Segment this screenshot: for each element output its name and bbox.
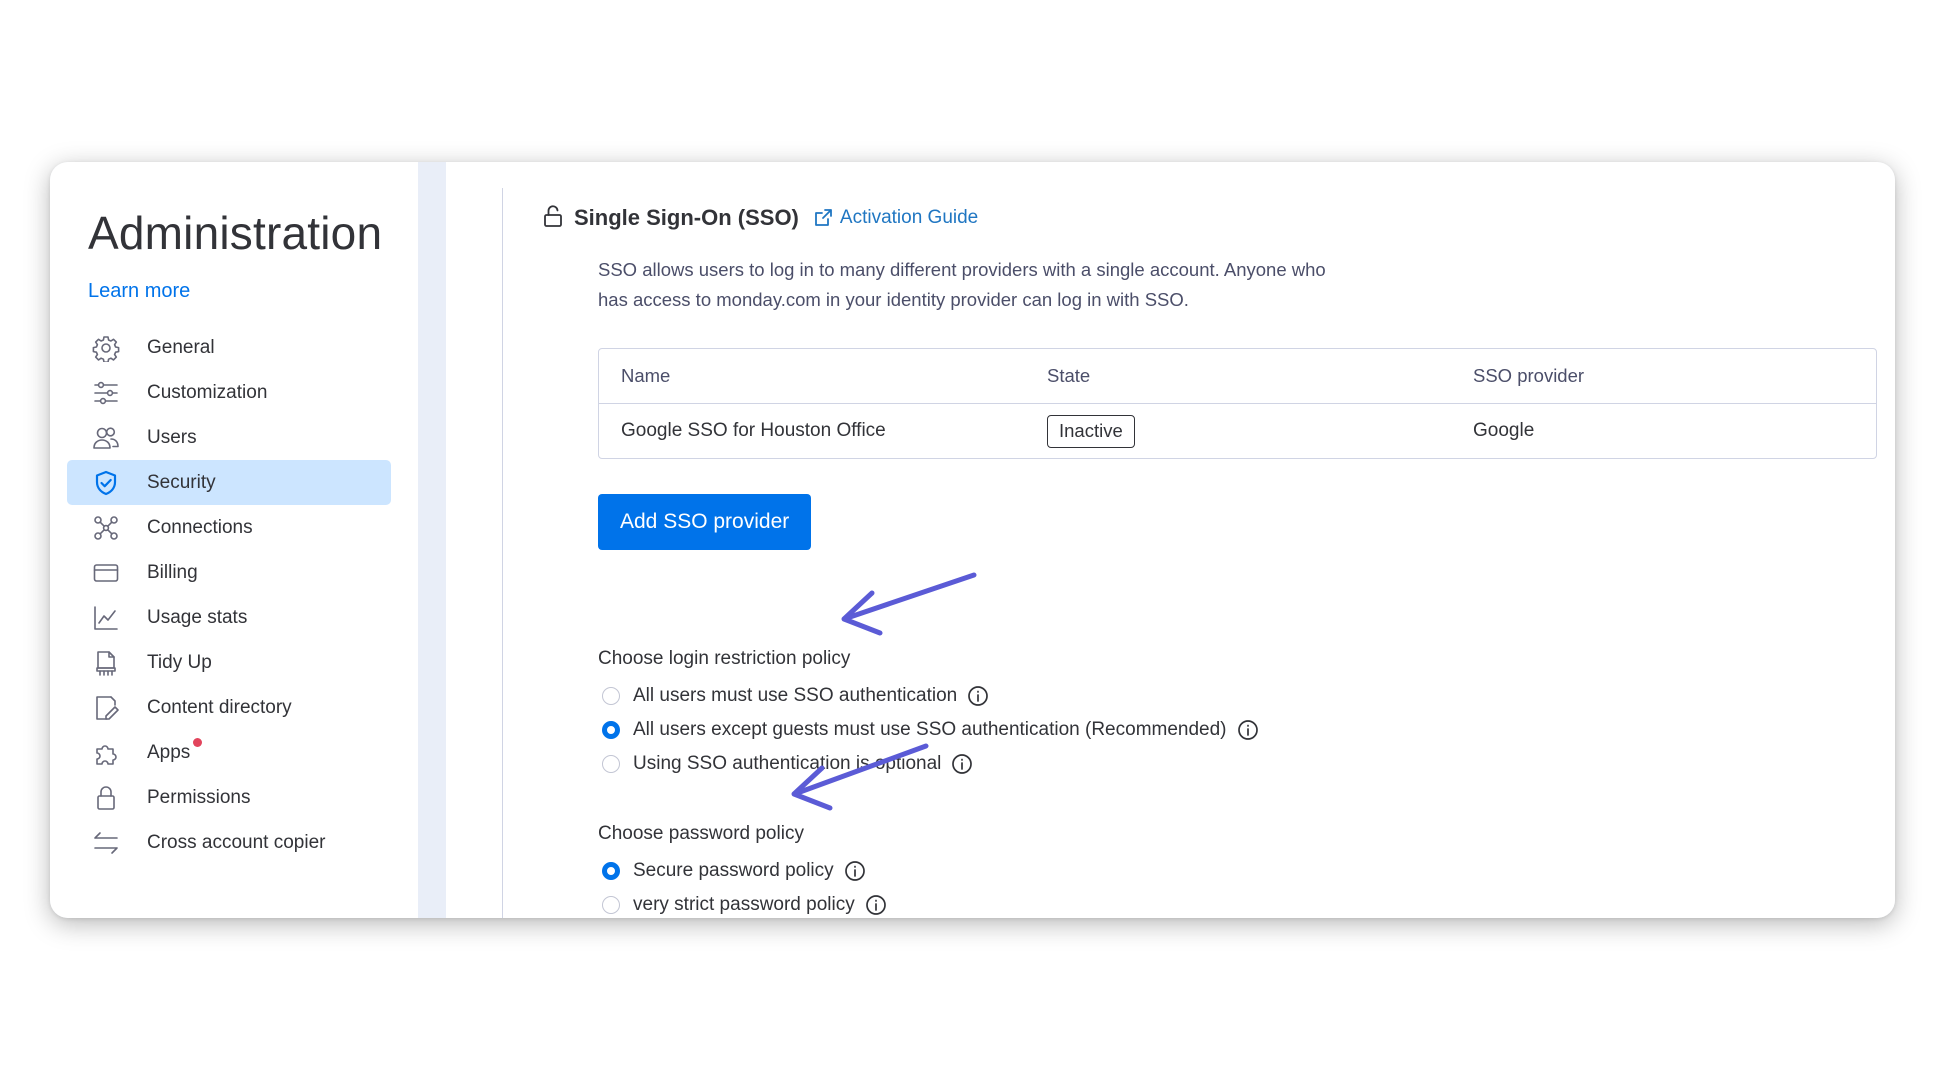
chevron-up-icon[interactable] [1892, 208, 1895, 228]
table-header-row: Name State SSO provider [599, 349, 1876, 404]
sso-providers-table: Name State SSO provider Google SSO for H… [598, 348, 1877, 459]
sidebar-item-label: Billing [147, 561, 198, 583]
sidebar-item-label: Security [147, 471, 216, 493]
sidebar-item-apps[interactable]: Apps [67, 730, 391, 775]
column-header-state: State [1025, 349, 1451, 404]
sidebar-item-label: Cross account copier [147, 831, 326, 853]
sliders-icon [91, 378, 121, 408]
connections-icon [91, 513, 121, 543]
radio-label: Using SSO authentication is optional [633, 753, 942, 774]
column-header-sso-provider: SSO provider [1451, 349, 1876, 404]
sso-description: SSO allows users to log in to many diffe… [598, 259, 1326, 310]
table-row[interactable]: Google SSO for Houston Office Inactive G… [599, 404, 1876, 458]
sidebar-item-label: Content directory [147, 696, 292, 718]
sidebar-nav: General Customization Users Security Con… [67, 325, 391, 865]
arrows-swap-icon [91, 828, 121, 858]
content-directory-icon [91, 693, 121, 723]
sidebar-item-label: General [147, 336, 215, 358]
sidebar-item-users[interactable]: Users [67, 415, 391, 460]
sidebar-item-tidy-up[interactable]: Tidy Up [67, 640, 391, 685]
sidebar-item-label: Customization [147, 381, 268, 403]
sidebar-item-security[interactable]: Security [67, 460, 391, 505]
password-policy-heading: Choose password policy [598, 823, 804, 844]
sidebar: Administration Learn more General Custom… [50, 162, 418, 918]
login-policy-option-sso-required[interactable]: All users must use SSO authentication [598, 679, 1259, 713]
lock-icon [91, 783, 121, 813]
login-policy-heading: Choose login restriction policy [598, 648, 851, 669]
radio-button[interactable] [602, 862, 620, 880]
radio-label: All users except guests must use SSO aut… [633, 719, 1227, 740]
radio-label: Secure password policy [633, 860, 834, 881]
password-policy-option-very-strict[interactable]: very strict password policy [598, 888, 887, 918]
sidebar-item-permissions[interactable]: Permissions [67, 775, 391, 820]
section-divider [502, 188, 503, 918]
info-icon[interactable] [844, 860, 866, 882]
sso-state-cell: Inactive [1025, 404, 1451, 458]
sidebar-item-content-directory[interactable]: Content directory [67, 685, 391, 730]
radio-button[interactable] [602, 896, 620, 914]
info-icon[interactable] [951, 753, 973, 775]
shield-icon [91, 468, 121, 498]
sidebar-item-usage-stats[interactable]: Usage stats [67, 595, 391, 640]
puzzle-icon [91, 738, 121, 768]
external-link-icon [814, 209, 832, 226]
gear-icon [91, 333, 121, 363]
credit-card-icon [91, 558, 121, 588]
unlock-icon [542, 204, 564, 233]
sidebar-item-customization[interactable]: Customization [67, 370, 391, 415]
sso-name-cell: Google SSO for Houston Office [621, 420, 886, 441]
admin-window: Administration Learn more General Custom… [50, 162, 1895, 918]
sidebar-item-cross-account-copier[interactable]: Cross account copier [67, 820, 391, 865]
add-sso-provider-button[interactable]: Add SSO provider [598, 494, 812, 550]
learn-more-link[interactable]: Learn more [88, 280, 190, 303]
sidebar-item-label: Users [147, 426, 197, 448]
login-policy-option-except-guests[interactable]: All users except guests must use SSO aut… [598, 713, 1259, 747]
login-policy-option-optional[interactable]: Using SSO authentication is optional [598, 747, 1259, 781]
sidebar-item-label: Permissions [147, 786, 251, 808]
sidebar-item-label: Usage stats [147, 606, 248, 628]
info-icon[interactable] [1237, 719, 1259, 741]
password-policy-option-secure[interactable]: Secure password policy [598, 854, 887, 888]
sidebar-item-label: Apps [147, 741, 191, 763]
radio-label: very strict password policy [633, 894, 855, 915]
sso-section-header: Single Sign-On (SSO) Activation Guide [542, 202, 978, 234]
password-policy: Choose password policy Secure password p… [598, 820, 887, 918]
section-title: Single Sign-On (SSO) [574, 205, 799, 230]
column-header-name: Name [599, 349, 1025, 404]
page-title: Administration [88, 207, 383, 259]
sidebar-item-label: Tidy Up [147, 651, 212, 673]
tidy-up-icon [91, 648, 121, 678]
activation-guide-label: Activation Guide [839, 207, 979, 228]
status-badge: Inactive [1047, 414, 1135, 448]
chart-line-icon [91, 603, 121, 633]
sso-provider-cell: Google [1473, 420, 1535, 441]
info-icon[interactable] [865, 894, 887, 916]
users-icon [91, 423, 121, 453]
main-panel: Single Sign-On (SSO) Activation Guide SS… [446, 162, 1895, 918]
login-restriction-policy: Choose login restriction policy All user… [598, 645, 1259, 781]
radio-button[interactable] [602, 687, 620, 705]
radio-label: All users must use SSO authentication [633, 685, 958, 706]
notification-badge [193, 738, 203, 747]
sidebar-item-billing[interactable]: Billing [67, 550, 391, 595]
sidebar-item-general[interactable]: General [67, 325, 391, 370]
radio-button[interactable] [602, 755, 620, 773]
sidebar-item-label: Connections [147, 516, 253, 538]
sidebar-item-connections[interactable]: Connections [67, 505, 391, 550]
radio-button[interactable] [602, 721, 620, 739]
activation-guide-link[interactable]: Activation Guide [813, 207, 978, 229]
info-icon[interactable] [967, 685, 989, 707]
